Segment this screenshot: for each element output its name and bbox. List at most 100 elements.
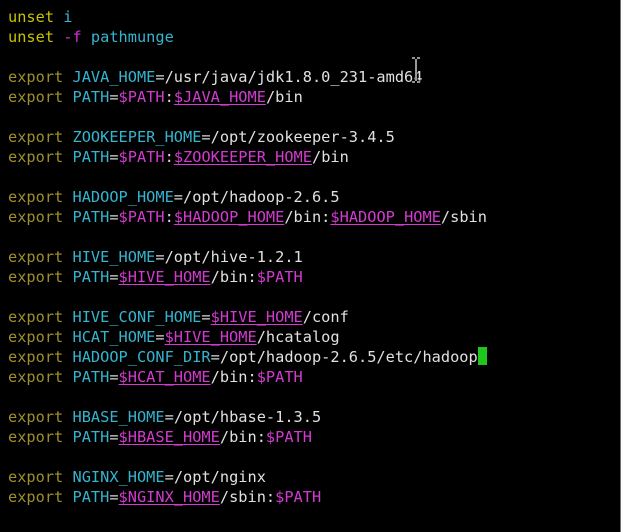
code-token: export <box>8 188 64 206</box>
code-token: = <box>109 368 119 386</box>
editor-line[interactable]: unset i <box>8 7 620 27</box>
code-token: export <box>8 488 64 506</box>
code-token: /opt/hadoop-2.6.5 <box>183 188 340 206</box>
code-token: /sbin: <box>219 488 276 506</box>
editor-line[interactable]: export ZOOKEEPER_HOME=/opt/zookeeper-3.4… <box>8 127 620 147</box>
text-cursor <box>477 347 487 365</box>
code-token: = <box>109 428 119 446</box>
code-token: /bin: <box>210 368 257 386</box>
code-token: = <box>164 468 174 486</box>
code-token: PATH <box>72 428 110 446</box>
code-token: $HIVE_HOME <box>210 308 303 326</box>
editor-line[interactable]: export PATH=$PATH:$HADOOP_HOME/bin:$HADO… <box>8 207 620 227</box>
code-token: HIVE_CONF_HOME <box>72 308 202 326</box>
code-token: = <box>109 88 119 106</box>
code-token: $HIVE_HOME <box>118 268 211 286</box>
code-token: = <box>109 268 119 286</box>
code-token: /opt/hive-1.2.1 <box>164 248 303 266</box>
code-token: export <box>8 468 64 486</box>
code-token: export <box>8 208 64 226</box>
editor-line[interactable]: export PATH=$HBASE_HOME/bin:$PATH <box>8 427 620 447</box>
editor-line[interactable]: export HIVE_CONF_HOME=$HIVE_HOME/conf <box>8 307 620 327</box>
code-token: /conf <box>302 308 349 326</box>
code-token: = <box>201 128 211 146</box>
code-token: = <box>155 68 165 86</box>
editor-line[interactable]: export HADOOP_CONF_DIR=/opt/hadoop-2.6.5… <box>8 347 620 367</box>
code-token: export <box>8 128 64 146</box>
code-token: HIVE_HOME <box>72 248 156 266</box>
editor-line[interactable]: export PATH=$PATH:$JAVA_HOME/bin <box>8 87 620 107</box>
code-token: /bin: <box>210 268 257 286</box>
code-token: : <box>164 148 174 166</box>
editor-blank-line[interactable] <box>8 227 620 247</box>
editor-blank-line[interactable] <box>8 47 620 67</box>
code-token: HCAT_HOME <box>72 328 156 346</box>
code-token: export <box>8 308 64 326</box>
code-token: ZOOKEEPER_HOME <box>72 128 202 146</box>
code-token: unset <box>8 8 55 26</box>
editor-line[interactable]: export PATH=$PATH:$ZOOKEEPER_HOME/bin <box>8 147 620 167</box>
editor-line[interactable]: export HIVE_HOME=/opt/hive-1.2.1 <box>8 247 620 267</box>
editor-blank-line[interactable] <box>8 447 620 467</box>
code-token: unset <box>8 28 55 46</box>
code-token: = <box>173 188 184 206</box>
editor-line[interactable]: unset -f pathmunge <box>8 27 620 47</box>
editor-line[interactable]: export PATH=$NGINX_HOME/sbin:$PATH <box>8 487 620 507</box>
editor-blank-line[interactable] <box>8 167 620 187</box>
editor-line[interactable]: export PATH=$HIVE_HOME/bin:$PATH <box>8 267 620 287</box>
code-token: export <box>8 428 64 446</box>
code-token: /usr/java/jdk1.8.0_231-amd64 <box>164 68 423 86</box>
code-token: = <box>109 488 119 506</box>
editor-blank-line[interactable] <box>8 387 620 407</box>
code-token: pathmunge <box>90 28 174 46</box>
code-token: /sbin <box>440 208 487 226</box>
code-token: : <box>164 88 174 106</box>
code-token: export <box>8 88 64 106</box>
code-token: PATH <box>72 208 110 226</box>
code-token: = <box>109 208 119 226</box>
code-token: PATH <box>72 368 110 386</box>
editor-line[interactable]: export HCAT_HOME=$HIVE_HOME/hcatalog <box>8 327 620 347</box>
editor-line[interactable]: export PATH=$HCAT_HOME/bin:$PATH <box>8 367 620 387</box>
code-token: = <box>164 408 174 426</box>
code-token: export <box>8 248 64 266</box>
code-token: = <box>109 148 119 166</box>
code-token: = <box>210 348 220 366</box>
code-token: $PATH <box>265 428 312 446</box>
code-token: /bin <box>311 148 349 166</box>
editor-blank-line[interactable] <box>8 287 620 307</box>
editor-line[interactable]: export NGINX_HOME=/opt/nginx <box>8 467 620 487</box>
code-token: HADOOP_HOME <box>72 188 174 206</box>
text-ibeam-icon <box>410 56 422 84</box>
code-token: NGINX_HOME <box>72 468 165 486</box>
editor-line[interactable]: export HADOOP_HOME=/opt/hadoop-2.6.5 <box>8 187 620 207</box>
code-token: /opt/hadoop-2.6.5/etc/hadoop <box>219 348 478 366</box>
code-token: /opt/nginx <box>173 468 266 486</box>
code-token: -f <box>63 28 82 46</box>
code-token: export <box>8 268 64 286</box>
code-token: export <box>8 68 64 86</box>
code-token: $PATH <box>275 488 322 506</box>
code-token: $HIVE_HOME <box>164 328 257 346</box>
editor-line[interactable]: export JAVA_HOME=/usr/java/jdk1.8.0_231-… <box>8 67 620 87</box>
editor-line[interactable]: export HBASE_HOME=/opt/hbase-1.3.5 <box>8 407 620 427</box>
code-token: export <box>8 408 64 426</box>
terminal-editor[interactable]: unset i unset -f pathmunge export JAVA_HOM… <box>0 0 621 532</box>
code-token: /bin: <box>219 428 266 446</box>
code-token: $PATH <box>118 148 165 166</box>
code-token: export <box>8 368 64 386</box>
code-token: PATH <box>72 268 110 286</box>
code-token: /bin <box>265 88 303 106</box>
code-token: /opt/zookeeper-3.4.5 <box>210 128 395 146</box>
code-token: HADOOP_CONF_DIR <box>72 348 211 366</box>
code-token: $HADOOP_HOME <box>330 208 441 226</box>
code-token: $HCAT_HOME <box>118 368 211 386</box>
code-token: $PATH <box>118 88 165 106</box>
code-token: PATH <box>72 88 110 106</box>
code-token: = <box>155 248 165 266</box>
code-token: PATH <box>72 488 110 506</box>
code-token: /opt/hbase-1.3.5 <box>173 408 322 426</box>
editor-blank-line[interactable] <box>8 107 620 127</box>
